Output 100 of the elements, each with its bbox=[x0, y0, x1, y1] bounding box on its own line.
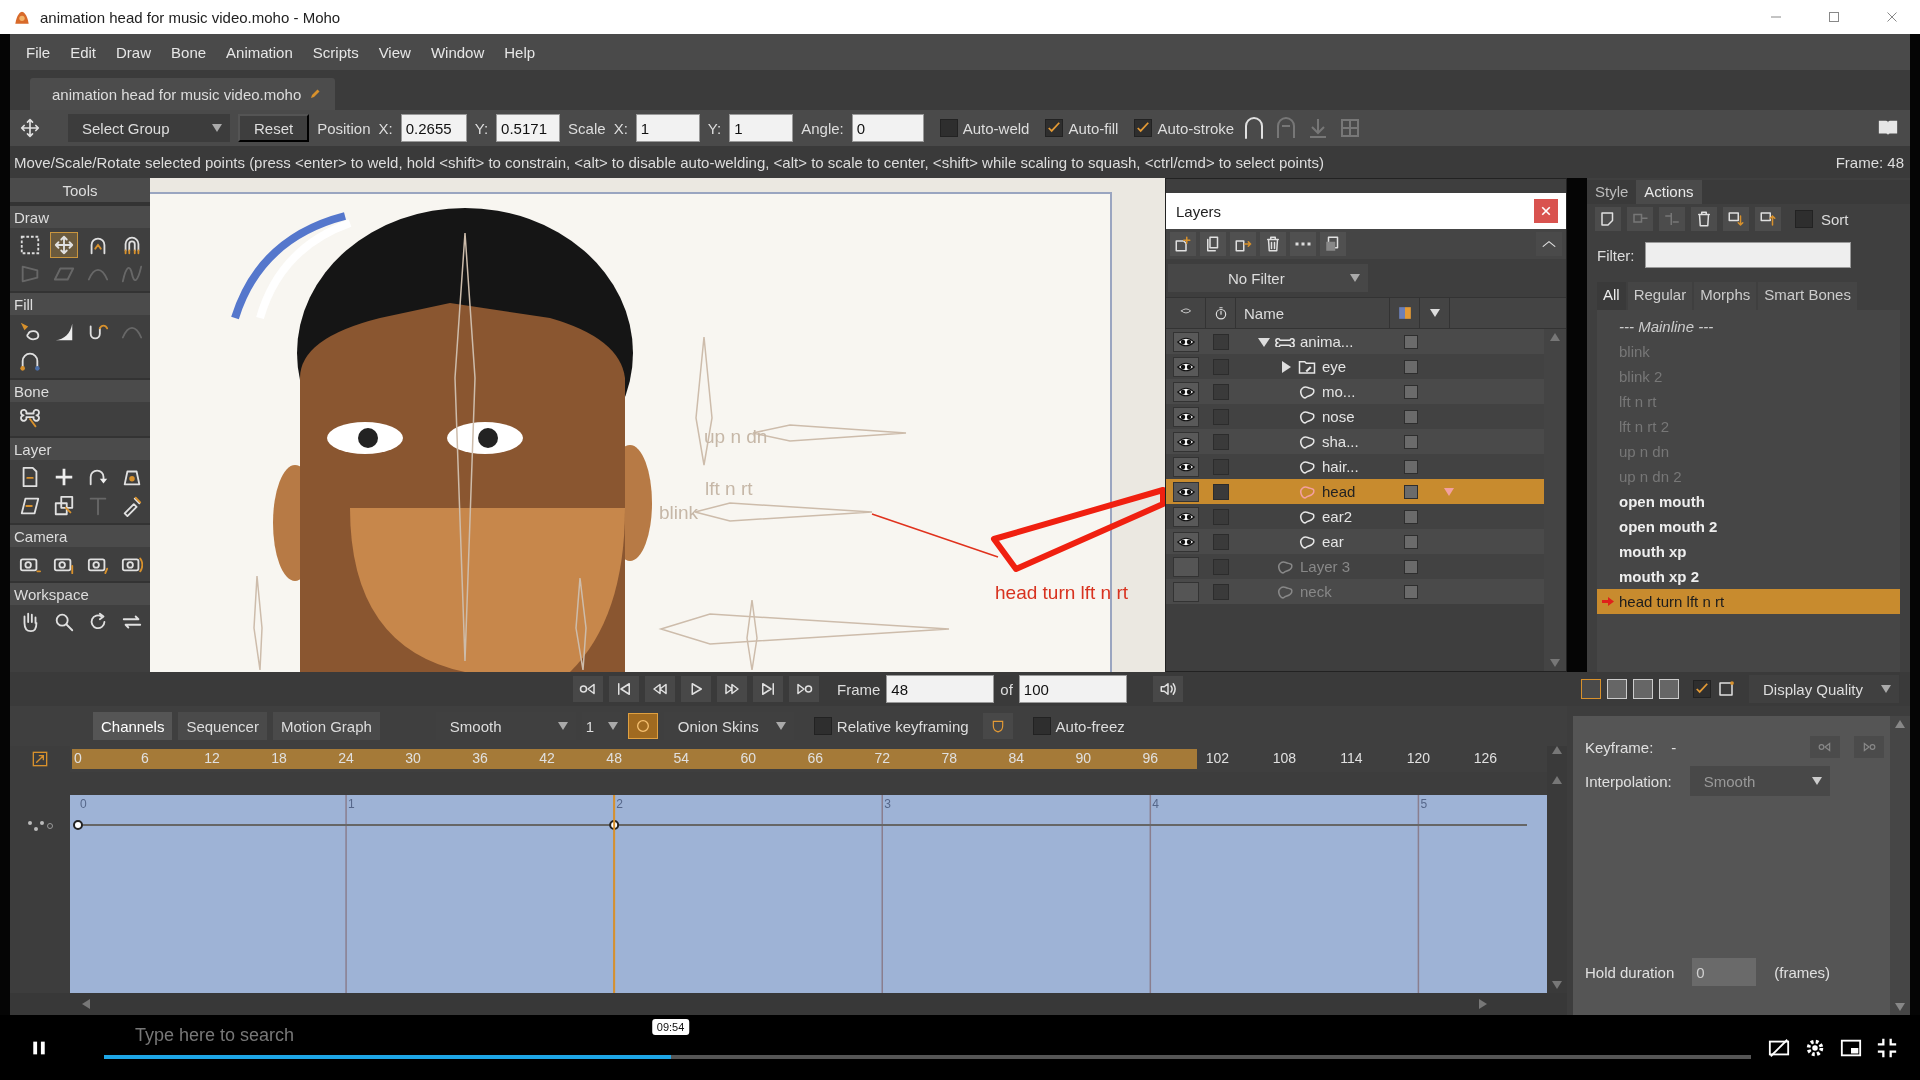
field-label: Position bbox=[317, 119, 371, 137]
layer-name: mo... bbox=[1322, 383, 1356, 400]
action-item[interactable]: head turn lft n rt bbox=[1597, 589, 1900, 614]
ruler-label: 0 bbox=[74, 750, 82, 766]
layer-row[interactable]: mo... bbox=[1166, 379, 1544, 404]
menu-item[interactable]: Edit bbox=[60, 43, 107, 61]
filter-tab[interactable]: Morphs bbox=[1694, 282, 1757, 310]
mode-dropdown[interactable]: Select Group bbox=[68, 114, 230, 142]
layer-name: sha... bbox=[1322, 433, 1359, 450]
section-title: Camera bbox=[10, 523, 150, 547]
layer-row[interactable]: head bbox=[1166, 479, 1544, 504]
input-field[interactable]: 0.5171 bbox=[496, 114, 561, 142]
layer-row[interactable]: sha... bbox=[1166, 429, 1544, 454]
action-item[interactable]: mouth xp bbox=[1597, 539, 1900, 564]
field-label: Scale bbox=[568, 119, 606, 137]
layer-name: nose bbox=[1322, 408, 1355, 425]
ruler-label: 54 bbox=[673, 750, 689, 766]
display-quality-dropdown[interactable]: Display Quality bbox=[1749, 675, 1899, 703]
menu-item[interactable]: Scripts bbox=[302, 43, 369, 61]
taskbar-search-text: Type here to search bbox=[135, 1025, 295, 1046]
menu-item[interactable]: File bbox=[16, 43, 61, 61]
field-label: Y: bbox=[707, 119, 722, 137]
field-label: Angle: bbox=[801, 119, 844, 137]
section-title: Layer bbox=[10, 436, 150, 460]
option-label: Relative keyframing bbox=[836, 717, 969, 735]
channel-mark: 1 bbox=[348, 797, 355, 811]
status-hint: Move/Scale/Rotate selected points (press <enter> to weld, hold <shift> to constrain, <alt> to disable auto-welding, <alt> to scale to center, <shift> while scaling to squash, <ctrl/cmd> to select points) bbox=[14, 153, 1324, 171]
layer-row[interactable]: nose bbox=[1166, 404, 1544, 429]
list-header: --- Mainline --- bbox=[1618, 317, 1715, 337]
menu-item[interactable]: Help bbox=[494, 43, 546, 61]
layer-row[interactable]: ear2 bbox=[1166, 504, 1544, 529]
ruler-label: 24 bbox=[338, 750, 354, 766]
menu-item[interactable]: Bone bbox=[161, 43, 217, 61]
frame-indicator: Frame: 48 bbox=[1835, 153, 1904, 171]
field-label: Keyframe: bbox=[1585, 738, 1654, 756]
ruler-label: 48 bbox=[606, 750, 622, 766]
bone-label: head turn lft n rt bbox=[995, 582, 1129, 604]
layer-name: Layer 3 bbox=[1300, 558, 1351, 575]
layer-name: neck bbox=[1300, 583, 1332, 600]
ruler-label: 84 bbox=[1008, 750, 1025, 766]
reset-button[interactable]: Reset bbox=[238, 114, 310, 142]
option-label: Sort bbox=[1821, 210, 1849, 228]
filter-tab[interactable]: All bbox=[1597, 282, 1626, 310]
layer-row[interactable]: eye bbox=[1166, 354, 1544, 379]
channel-mark: 0 bbox=[80, 797, 87, 811]
ruler-label: 42 bbox=[539, 750, 555, 766]
menu-item[interactable]: Window bbox=[420, 43, 495, 61]
panel-tab[interactable]: Actions bbox=[1636, 180, 1702, 204]
total-frames-field[interactable]: 100 bbox=[1018, 675, 1127, 703]
window-title: animation head for music video.moho - Moho bbox=[40, 8, 341, 26]
hold-duration-field[interactable]: 0 bbox=[1692, 958, 1757, 986]
ruler-label: 6 bbox=[141, 750, 149, 766]
channel-mark: 3 bbox=[884, 797, 891, 811]
ruler-label: 96 bbox=[1142, 750, 1159, 766]
field-label: X: bbox=[613, 119, 628, 137]
channel-mark: 5 bbox=[1420, 797, 1428, 811]
action-item[interactable]: open mouth 2 bbox=[1597, 514, 1900, 539]
ruler-label: 72 bbox=[874, 750, 890, 766]
section-title: Bone bbox=[10, 378, 150, 402]
field-label: of bbox=[1000, 680, 1013, 698]
ruler-label: 126 bbox=[1473, 750, 1498, 766]
menu-item[interactable]: Draw bbox=[106, 43, 162, 61]
ruler-label: 60 bbox=[740, 750, 756, 766]
option-label: Auto-weld bbox=[962, 119, 1030, 137]
option-label: Auto-stroke bbox=[1157, 119, 1235, 137]
layer-row[interactable]: ear bbox=[1166, 529, 1544, 554]
timeline-tab[interactable]: Motion Graph bbox=[272, 712, 380, 740]
document-tab-label: animation head for music video.moho bbox=[52, 85, 302, 103]
unit-label: (frames) bbox=[1774, 963, 1831, 981]
channel-mark: 2 bbox=[616, 797, 623, 811]
ruler-label: 66 bbox=[807, 750, 823, 766]
action-item[interactable]: mouth xp 2 bbox=[1597, 564, 1900, 589]
layer-row[interactable]: anima... bbox=[1166, 329, 1544, 354]
layer-name: ear2 bbox=[1322, 508, 1353, 525]
option-label: Auto-freez bbox=[1055, 717, 1125, 735]
input-field[interactable]: 1 bbox=[729, 114, 794, 142]
filter-tab[interactable]: Smart Bones bbox=[1758, 282, 1857, 310]
field-label: X: bbox=[378, 119, 393, 137]
layer-name: ear bbox=[1322, 533, 1344, 550]
window-title: Layers bbox=[1176, 202, 1222, 220]
document-tab[interactable]: animation head for music video.moho bbox=[30, 78, 336, 110]
layer-row[interactable]: hair... bbox=[1166, 454, 1544, 479]
ruler-label: 120 bbox=[1406, 750, 1431, 766]
frame-field[interactable]: 48 bbox=[886, 675, 995, 703]
field-label: Y: bbox=[474, 119, 489, 137]
input-field[interactable]: 0 bbox=[851, 114, 924, 142]
input-field[interactable]: 1 bbox=[635, 114, 700, 142]
action-item[interactable]: open mouth bbox=[1597, 489, 1900, 514]
ruler-label: 36 bbox=[472, 750, 488, 766]
menu-item[interactable]: Animation bbox=[216, 43, 303, 61]
timeline-tab[interactable]: Sequencer bbox=[178, 712, 267, 740]
ruler-label: 102 bbox=[1205, 750, 1229, 766]
ruler-label: 12 bbox=[204, 750, 220, 766]
panel-tab[interactable]: Style bbox=[1587, 180, 1637, 204]
timeline-tab[interactable]: Channels bbox=[93, 712, 173, 740]
menu-item[interactable]: View bbox=[368, 43, 421, 61]
filter-dropdown[interactable]: No Filter bbox=[1168, 264, 1368, 292]
filter-tab[interactable]: Regular bbox=[1627, 282, 1693, 310]
input-field[interactable]: 0.2655 bbox=[400, 114, 467, 142]
layer-name: head bbox=[1322, 483, 1356, 500]
